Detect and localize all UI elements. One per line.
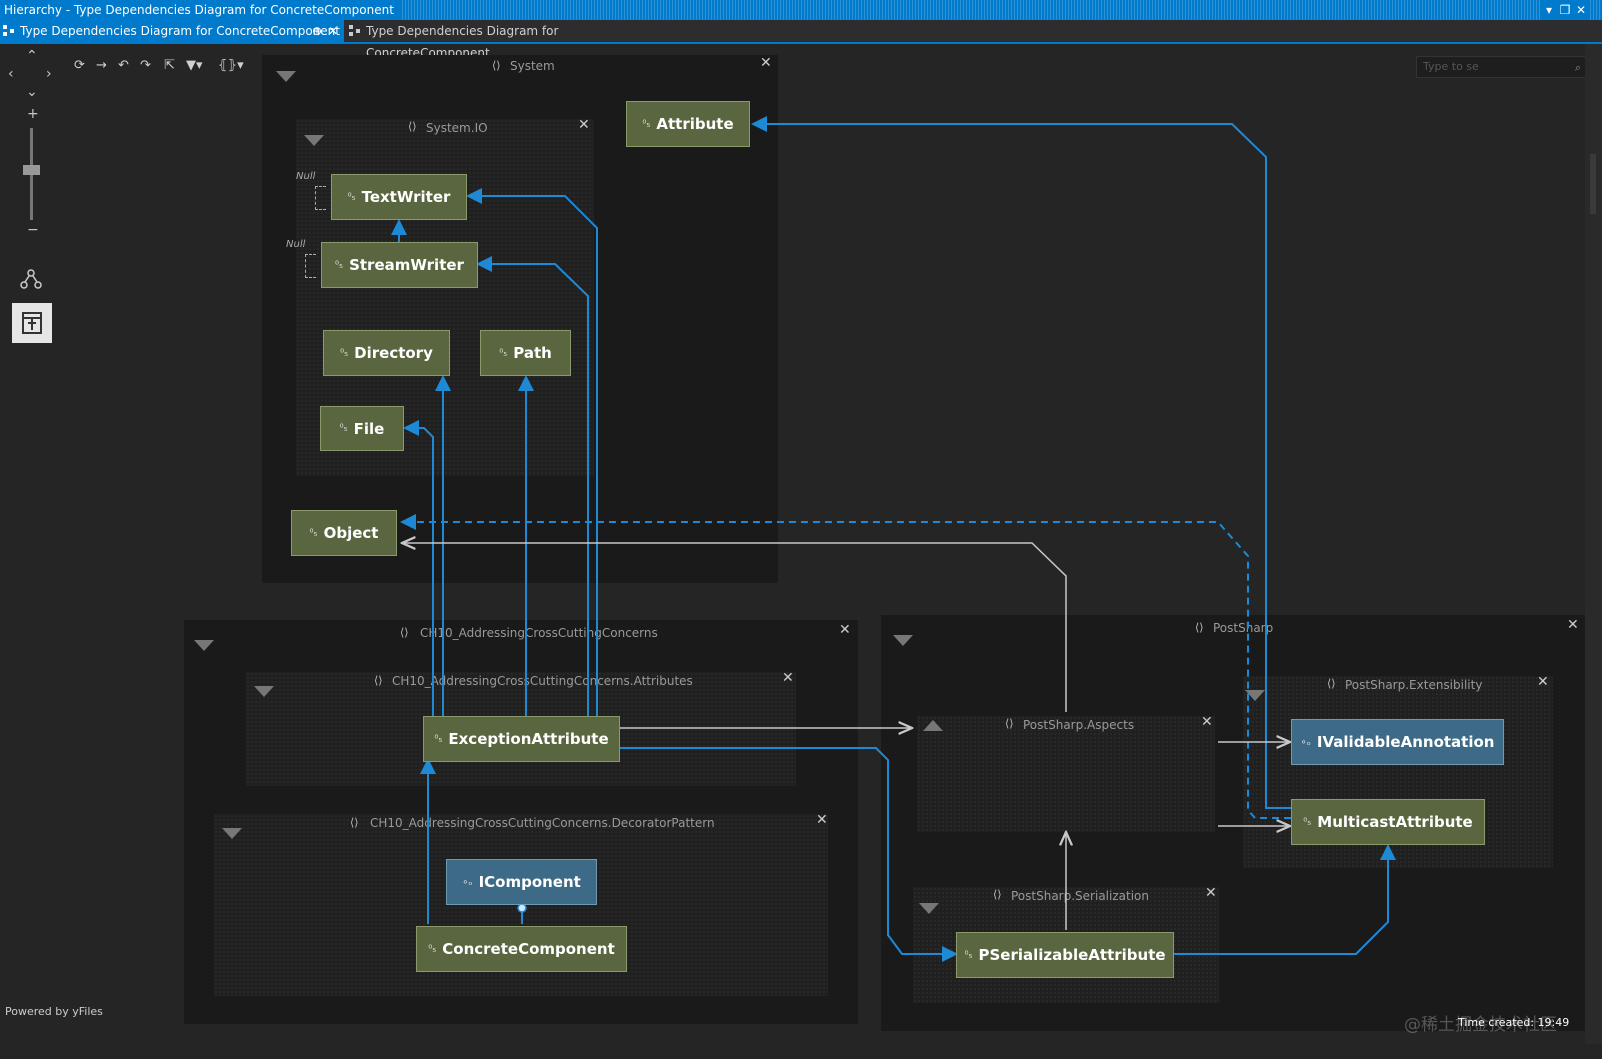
interface-icon: ∘ₒ xyxy=(1300,736,1311,748)
node-label: ConcreteComponent xyxy=(442,940,615,958)
node-label: Object xyxy=(323,524,379,542)
node-object[interactable]: ⁰₅ Object xyxy=(291,510,397,556)
class-icon: ⁰₅ xyxy=(964,949,973,961)
null-label: Null xyxy=(286,239,306,250)
node-textwriter[interactable]: ⁰₅ TextWriter xyxy=(331,174,467,220)
edge-aspects-object xyxy=(402,543,1067,712)
node-exceptionattribute[interactable]: ⁰₅ ExceptionAttribute xyxy=(423,716,620,762)
node-label: TextWriter xyxy=(361,188,451,206)
dependency-edges xyxy=(391,116,1396,962)
node-multicastattribute[interactable]: ⁰₅ MulticastAttribute xyxy=(1291,799,1485,845)
class-icon: ⁰₅ xyxy=(347,191,356,203)
class-icon: ⁰₅ xyxy=(339,423,348,434)
null-self-loop xyxy=(305,254,316,278)
edge-multicast-attribute xyxy=(751,116,1291,809)
node-icomponent[interactable]: ∘ₒ IComponent xyxy=(446,859,597,905)
class-icon: ⁰₅ xyxy=(1303,816,1312,828)
class-icon: ⁰₅ xyxy=(340,347,349,359)
node-label: Attribute xyxy=(656,115,734,133)
edge-exception-textwriter xyxy=(466,188,598,720)
class-icon: ⁰₅ xyxy=(642,118,651,130)
edge-icomponent-dot xyxy=(517,903,527,913)
class-icon: ⁰₅ xyxy=(309,527,318,539)
node-concretecomponent[interactable]: ⁰₅ ConcreteComponent xyxy=(416,926,627,972)
node-label: PSerializableAttribute xyxy=(978,946,1166,964)
powered-by: Powered by yFiles xyxy=(5,1005,103,1018)
interface-icon: ∘ₒ xyxy=(462,876,473,888)
node-pserializableattribute[interactable]: ⁰₅ PSerializableAttribute xyxy=(956,932,1174,978)
time-created: Time created: 19:49 xyxy=(1458,1016,1570,1029)
node-label: Directory xyxy=(354,344,433,362)
null-self-loop xyxy=(315,186,326,210)
node-label: IValidableAnnotation xyxy=(1316,733,1495,751)
edge-pserializable-multicast xyxy=(1174,844,1396,955)
edge-exception-file xyxy=(403,420,434,720)
node-streamwriter[interactable]: ⁰₅ StreamWriter xyxy=(321,242,478,288)
edge-exception-pserializable xyxy=(620,747,958,962)
node-attribute[interactable]: ⁰₅ Attribute xyxy=(626,101,750,147)
node-path[interactable]: ⁰₅ Path xyxy=(480,330,571,376)
edge-multicast-object xyxy=(400,514,1291,819)
node-label: IComponent xyxy=(478,873,581,891)
node-label: MulticastAttribute xyxy=(1317,813,1473,831)
class-icon: ⁰₅ xyxy=(335,259,344,271)
class-icon: ⁰₅ xyxy=(428,943,437,955)
node-ivalidableannotation[interactable]: ∘ₒ IValidableAnnotation xyxy=(1291,719,1504,765)
node-directory[interactable]: ⁰₅ Directory xyxy=(323,330,450,376)
node-label: File xyxy=(353,419,385,438)
node-label: Path xyxy=(513,344,552,362)
node-label: ExceptionAttribute xyxy=(448,730,609,748)
node-file[interactable]: ⁰₅ File xyxy=(320,406,404,451)
class-icon: ⁰₅ xyxy=(434,733,443,745)
null-label: Null xyxy=(296,171,316,182)
class-icon: ⁰₅ xyxy=(499,347,508,359)
node-label: StreamWriter xyxy=(349,256,464,274)
